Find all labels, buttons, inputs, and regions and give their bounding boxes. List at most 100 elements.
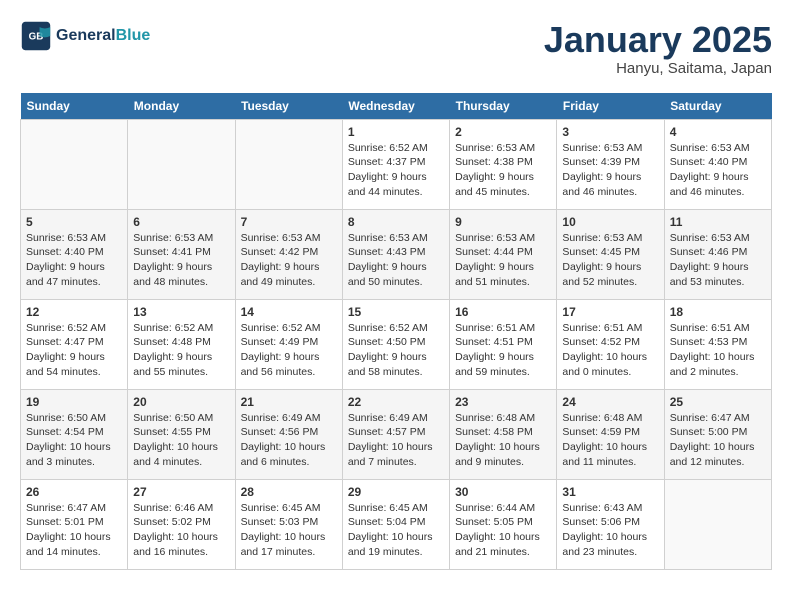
day-number: 5 [26,215,122,229]
calendar-cell: 11 Sunrise: 6:53 AM Sunset: 4:46 PM Dayli… [664,209,771,299]
calendar-cell: 15Sunrise: 6:52 AM Sunset: 4:50 PM Dayli… [342,299,449,389]
calendar-table: SundayMondayTuesdayWednesdayThursdayFrid… [20,93,772,570]
day-number: 25 [670,395,766,409]
day-number: 11 [670,215,766,229]
title-block: January 2025 Hanyu, Saitama, Japan [544,20,772,77]
logo-text: GeneralBlue [56,27,150,45]
calendar-week-row: 19 Sunrise: 6:50 AM Sunset: 4:54 PM Dayli… [21,389,772,479]
day-number: 28 [241,485,337,499]
day-info: Sunrise: 6:51 AM Sunset: 4:53 PM Dayligh… [670,321,766,380]
day-info: Sunrise: 6:45 AM Sunset: 5:03 PM Dayligh… [241,501,337,560]
day-info: Sunrise: 6:50 AM Sunset: 4:54 PM Dayligh… [26,411,122,470]
calendar-cell: 6 Sunrise: 6:53 AM Sunset: 4:41 PM Daylig… [128,209,235,299]
calendar-cell [128,119,235,209]
day-number: 17 [562,305,658,319]
day-info: Sunrise: 6:50 AM Sunset: 4:55 PM Dayligh… [133,411,229,470]
weekday-header-thursday: Thursday [450,93,557,120]
calendar-cell [21,119,128,209]
weekday-header-saturday: Saturday [664,93,771,120]
day-number: 19 [26,395,122,409]
day-info: Sunrise: 6:48 AM Sunset: 4:59 PM Dayligh… [562,411,658,470]
day-info: Sunrise: 6:53 AM Sunset: 4:40 PM Dayligh… [670,141,766,200]
day-info: Sunrise: 6:53 AM Sunset: 4:38 PM Dayligh… [455,141,551,200]
day-info: Sunrise: 6:53 AM Sunset: 4:42 PM Dayligh… [241,231,337,290]
day-info: Sunrise: 6:52 AM Sunset: 4:37 PM Dayligh… [348,141,444,200]
day-info: Sunrise: 6:53 AM Sunset: 4:46 PM Dayligh… [670,231,766,290]
calendar-cell [235,119,342,209]
day-number: 14 [241,305,337,319]
day-number: 22 [348,395,444,409]
calendar-cell: 4 Sunrise: 6:53 AM Sunset: 4:40 PM Daylig… [664,119,771,209]
calendar-cell: 31 Sunrise: 6:43 AM Sunset: 5:06 PM Dayli… [557,479,664,569]
day-info: Sunrise: 6:47 AM Sunset: 5:00 PM Dayligh… [670,411,766,470]
day-info: Sunrise: 6:53 AM Sunset: 4:41 PM Dayligh… [133,231,229,290]
calendar-cell: 2 Sunrise: 6:53 AM Sunset: 4:38 PM Daylig… [450,119,557,209]
day-number: 26 [26,485,122,499]
day-number: 30 [455,485,551,499]
day-number: 7 [241,215,337,229]
day-number: 4 [670,125,766,139]
calendar-cell: 17 Sunrise: 6:51 AM Sunset: 4:52 PM Dayli… [557,299,664,389]
calendar-cell: 19 Sunrise: 6:50 AM Sunset: 4:54 PM Dayli… [21,389,128,479]
day-info: Sunrise: 6:47 AM Sunset: 5:01 PM Dayligh… [26,501,122,560]
day-info: Sunrise: 6:53 AM Sunset: 4:44 PM Dayligh… [455,231,551,290]
day-number: 8 [348,215,444,229]
day-info: Sunrise: 6:53 AM Sunset: 4:45 PM Dayligh… [562,231,658,290]
calendar-cell: 30Sunrise: 6:44 AM Sunset: 5:05 PM Dayli… [450,479,557,569]
day-info: Sunrise: 6:48 AM Sunset: 4:58 PM Dayligh… [455,411,551,470]
day-info: Sunrise: 6:52 AM Sunset: 4:48 PM Dayligh… [133,321,229,380]
calendar-cell: 26 Sunrise: 6:47 AM Sunset: 5:01 PM Dayli… [21,479,128,569]
calendar-cell: 1 Sunrise: 6:52 AM Sunset: 4:37 PM Daylig… [342,119,449,209]
calendar-week-row: 1 Sunrise: 6:52 AM Sunset: 4:37 PM Daylig… [21,119,772,209]
day-info: Sunrise: 6:53 AM Sunset: 4:40 PM Dayligh… [26,231,122,290]
day-number: 24 [562,395,658,409]
calendar-cell: 16 Sunrise: 6:51 AM Sunset: 4:51 PM Dayli… [450,299,557,389]
calendar-cell: 12 Sunrise: 6:52 AM Sunset: 4:47 PM Dayli… [21,299,128,389]
calendar-cell: 14 Sunrise: 6:52 AM Sunset: 4:49 PM Dayli… [235,299,342,389]
logo-icon: GB [20,20,52,52]
day-number: 18 [670,305,766,319]
day-number: 27 [133,485,229,499]
calendar-cell: 13Sunrise: 6:52 AM Sunset: 4:48 PM Dayli… [128,299,235,389]
month-title: January 2025 [544,20,772,60]
day-info: Sunrise: 6:53 AM Sunset: 4:39 PM Dayligh… [562,141,658,200]
calendar-cell: 23Sunrise: 6:48 AM Sunset: 4:58 PM Dayli… [450,389,557,479]
day-info: Sunrise: 6:49 AM Sunset: 4:57 PM Dayligh… [348,411,444,470]
day-number: 1 [348,125,444,139]
weekday-header-monday: Monday [128,93,235,120]
calendar-cell: 9 Sunrise: 6:53 AM Sunset: 4:44 PM Daylig… [450,209,557,299]
calendar-week-row: 26 Sunrise: 6:47 AM Sunset: 5:01 PM Dayli… [21,479,772,569]
day-number: 2 [455,125,551,139]
day-info: Sunrise: 6:52 AM Sunset: 4:47 PM Dayligh… [26,321,122,380]
day-info: Sunrise: 6:52 AM Sunset: 4:49 PM Dayligh… [241,321,337,380]
day-info: Sunrise: 6:49 AM Sunset: 4:56 PM Dayligh… [241,411,337,470]
day-number: 29 [348,485,444,499]
calendar-cell: 20 Sunrise: 6:50 AM Sunset: 4:55 PM Dayli… [128,389,235,479]
day-number: 10 [562,215,658,229]
day-number: 31 [562,485,658,499]
day-number: 16 [455,305,551,319]
calendar-cell: 3 Sunrise: 6:53 AM Sunset: 4:39 PM Daylig… [557,119,664,209]
calendar-cell: 21Sunrise: 6:49 AM Sunset: 4:56 PM Dayli… [235,389,342,479]
day-info: Sunrise: 6:51 AM Sunset: 4:52 PM Dayligh… [562,321,658,380]
calendar-cell: 27Sunrise: 6:46 AM Sunset: 5:02 PM Dayli… [128,479,235,569]
day-info: Sunrise: 6:53 AM Sunset: 4:43 PM Dayligh… [348,231,444,290]
weekday-header-tuesday: Tuesday [235,93,342,120]
day-number: 3 [562,125,658,139]
calendar-cell: 22 Sunrise: 6:49 AM Sunset: 4:57 PM Dayli… [342,389,449,479]
calendar-week-row: 5 Sunrise: 6:53 AM Sunset: 4:40 PM Daylig… [21,209,772,299]
day-info: Sunrise: 6:43 AM Sunset: 5:06 PM Dayligh… [562,501,658,560]
day-number: 12 [26,305,122,319]
day-number: 9 [455,215,551,229]
calendar-cell: 8 Sunrise: 6:53 AM Sunset: 4:43 PM Daylig… [342,209,449,299]
day-number: 20 [133,395,229,409]
weekday-header-friday: Friday [557,93,664,120]
calendar-cell: 25 Sunrise: 6:47 AM Sunset: 5:00 PM Dayli… [664,389,771,479]
calendar-cell: 10 Sunrise: 6:53 AM Sunset: 4:45 PM Dayli… [557,209,664,299]
day-info: Sunrise: 6:45 AM Sunset: 5:04 PM Dayligh… [348,501,444,560]
day-number: 15 [348,305,444,319]
location: Hanyu, Saitama, Japan [544,60,772,77]
day-number: 6 [133,215,229,229]
calendar-cell: 7 Sunrise: 6:53 AM Sunset: 4:42 PM Daylig… [235,209,342,299]
day-info: Sunrise: 6:51 AM Sunset: 4:51 PM Dayligh… [455,321,551,380]
